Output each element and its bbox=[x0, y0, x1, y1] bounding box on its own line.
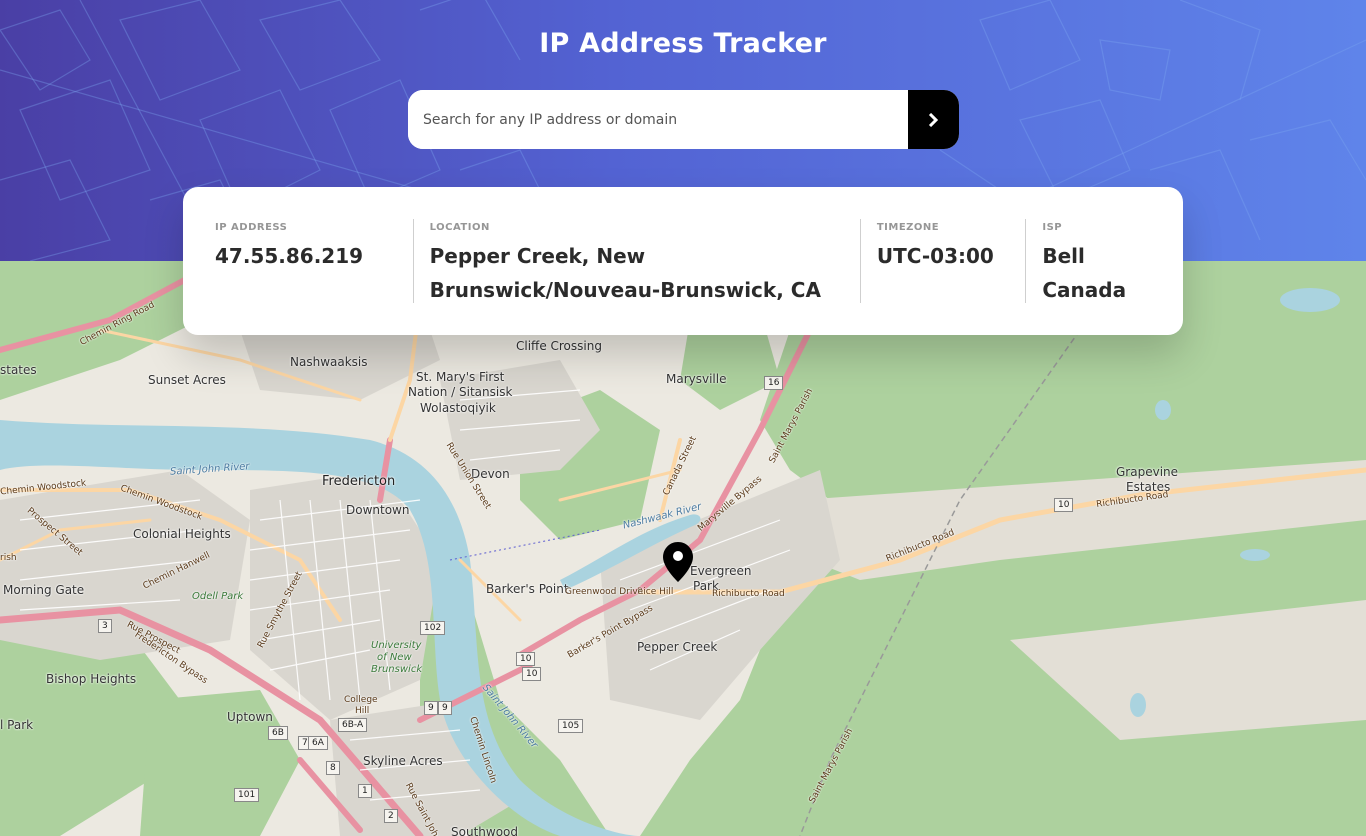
route-shield: 6B-A bbox=[338, 718, 368, 732]
chevron-right-icon bbox=[928, 112, 939, 127]
map-place-label: Wolastoqiyik bbox=[420, 401, 496, 415]
map-view[interactable]: Nashwaaksis Cliffe Crossing Sunset Acres… bbox=[0, 261, 1366, 836]
map-place-label: Sunset Acres bbox=[148, 373, 226, 387]
search-submit-button[interactable] bbox=[908, 90, 959, 149]
map-place-label: University bbox=[371, 640, 422, 651]
search-input[interactable] bbox=[408, 90, 908, 149]
map-place-label: Nation / Sitansisk bbox=[408, 385, 513, 399]
timezone-label: TIMEZONE bbox=[876, 222, 940, 233]
map-place-label: Downtown bbox=[346, 503, 410, 517]
map-place-label: Fredericton bbox=[322, 474, 396, 489]
map-place-label: Grapevine bbox=[1116, 465, 1179, 479]
route-shield: 16 bbox=[764, 376, 784, 390]
map-place-label: Hill bbox=[355, 706, 370, 716]
map-place-label: rish bbox=[0, 553, 17, 563]
route-shield: 3 bbox=[98, 619, 112, 633]
route-shield: 101 bbox=[234, 788, 260, 802]
map-place-label: Southwood bbox=[451, 825, 518, 836]
location-panel: LOCATION Pepper Creek, New Brunswick/Nou… bbox=[412, 219, 860, 303]
map-place-label: Cliffe Crossing bbox=[516, 339, 602, 353]
map-place-label: of New bbox=[377, 652, 412, 663]
map-place-label: St. Mary's First bbox=[416, 370, 505, 384]
route-shield: 10 bbox=[522, 667, 542, 681]
page-title: IP Address Tracker bbox=[539, 28, 827, 59]
timezone-panel: TIMEZONE UTC-03:00 bbox=[859, 219, 1026, 303]
route-shield: 9 bbox=[438, 701, 452, 715]
map-place-label: Nashwaaksis bbox=[290, 355, 368, 369]
ip-address-value: 47.55.86.219 bbox=[215, 244, 364, 268]
route-shield: 105 bbox=[558, 719, 584, 733]
map-place-label: Barker's Point bbox=[486, 582, 569, 596]
map-place-label: l Park bbox=[0, 718, 34, 732]
map-place-label: College bbox=[344, 695, 378, 705]
ip-address-panel: IP ADDRESS 47.55.86.219 bbox=[215, 219, 413, 303]
location-value: Pepper Creek, New Brunswick/Nouveau-Brun… bbox=[429, 244, 821, 302]
ip-info-card: IP ADDRESS 47.55.86.219 LOCATION Pepper … bbox=[183, 187, 1183, 335]
route-shield: 10 bbox=[1054, 498, 1074, 512]
map-place-label: Bishop Heights bbox=[46, 672, 137, 686]
map-road-label: Richibucto Road bbox=[712, 589, 785, 599]
route-shield: 6A bbox=[308, 736, 328, 750]
route-shield: 1 bbox=[358, 784, 372, 798]
location-label: LOCATION bbox=[429, 222, 490, 233]
route-shield: 102 bbox=[420, 621, 446, 635]
route-shield: 2 bbox=[384, 809, 398, 823]
search-form bbox=[408, 90, 959, 149]
route-shield: 9 bbox=[424, 701, 438, 715]
isp-label: ISP bbox=[1042, 222, 1063, 233]
map-place-label: Evergreen bbox=[690, 564, 752, 578]
map-place-label: states bbox=[0, 363, 37, 377]
map-pin-icon[interactable] bbox=[663, 542, 693, 582]
timezone-value: UTC-03:00 bbox=[876, 244, 994, 268]
map-place-label: Devon bbox=[471, 467, 510, 481]
map-road-label: Greenwood Drive bbox=[565, 587, 644, 597]
map-place-label: Marysville bbox=[666, 372, 727, 386]
route-shield: 6B bbox=[268, 726, 288, 740]
isp-value: Bell Canada bbox=[1042, 244, 1127, 302]
map-place-label: Uptown bbox=[227, 710, 273, 724]
isp-panel: ISP Bell Canada bbox=[1025, 219, 1183, 303]
map-place-label: Colonial Heights bbox=[133, 527, 231, 541]
map-place-label: Pepper Creek bbox=[637, 640, 718, 654]
map-place-label: Skyline Acres bbox=[363, 754, 443, 768]
map-park-label: Odell Park bbox=[192, 591, 244, 602]
ip-address-label: IP ADDRESS bbox=[215, 222, 288, 233]
map-place-label: Morning Gate bbox=[3, 583, 85, 597]
route-shield: 10 bbox=[516, 652, 536, 666]
route-shield: 8 bbox=[326, 761, 340, 775]
map-place-label: Brunswick bbox=[371, 664, 423, 675]
